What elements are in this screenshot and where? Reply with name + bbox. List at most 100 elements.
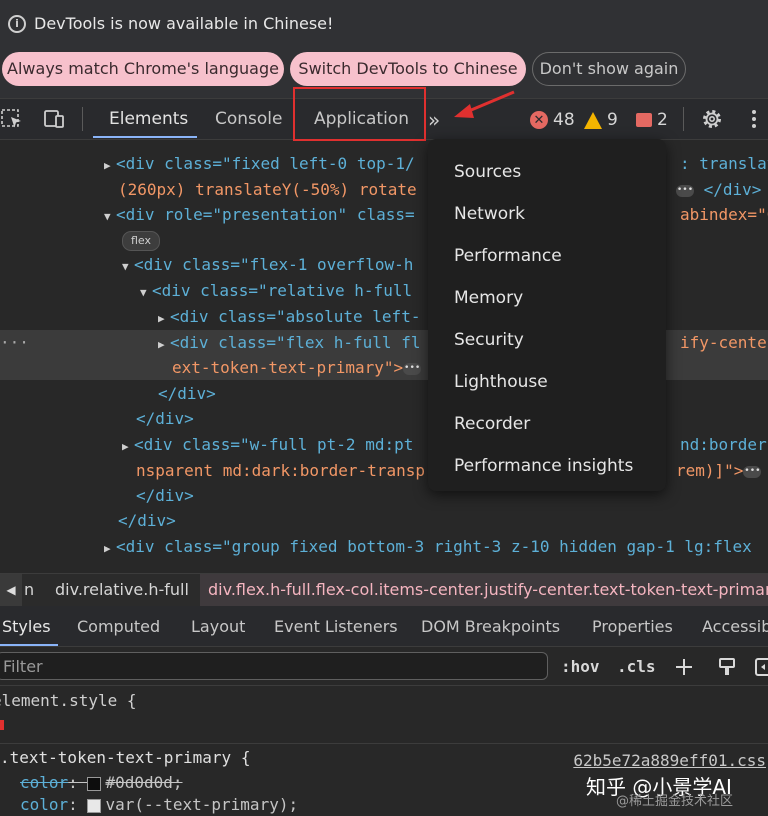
dom-node-row[interactable]: ▼ <div role="presentation" class= <box>104 202 415 228</box>
more-options-icon[interactable] <box>742 108 766 130</box>
issues-icon <box>636 113 652 127</box>
menu-item-memory[interactable]: Memory <box>454 288 523 308</box>
tab-properties[interactable]: Properties <box>592 617 673 636</box>
error-counter[interactable]: ✕ 48 <box>530 110 575 130</box>
css-property-name: color <box>20 773 69 792</box>
breadcrumb: ◀ n div.relative.h-full div.flex.h-full.… <box>0 573 768 607</box>
info-icon: i <box>8 14 26 33</box>
dom-node-row[interactable]: ▶ <div class="w-full pt-2 md:pt <box>122 432 413 458</box>
flex-badge[interactable]: flex <box>122 231 161 251</box>
dom-node-close: </div> <box>158 381 216 407</box>
dom-node-text: nsparent md:dark:border-transp <box>136 461 425 480</box>
dom-node-text: (260px) translateY(-50%) rotate <box>118 180 417 199</box>
paint-brush-icon[interactable] <box>716 656 738 678</box>
warning-counter[interactable]: 9 <box>584 110 618 130</box>
breadcrumb-scroll-left-icon[interactable]: ◀ <box>0 574 22 606</box>
tab-layout[interactable]: Layout <box>191 617 245 636</box>
menu-item-performance-insights[interactable]: Performance insights <box>454 456 633 476</box>
dom-node-row[interactable]: ▶ <div class="fixed left-0 top-1/ <box>104 151 415 177</box>
dom-node-text: </div> <box>158 384 216 403</box>
notice-text: DevTools is now available in Chinese! <box>34 14 334 33</box>
expand-arrow-icon[interactable]: ▶ <box>104 153 116 179</box>
dom-node-fragment: : translate <box>680 151 768 177</box>
ellipsis-icon[interactable]: ••• <box>743 465 762 478</box>
dom-node-fragment: rem)]">••• <box>676 458 762 484</box>
dom-node-fragment: ify-center <box>680 330 768 356</box>
dom-node-text: rem)]"> <box>676 461 744 480</box>
dom-node-text: <div class="relative h-full <box>152 281 413 300</box>
menu-item-recorder[interactable]: Recorder <box>454 414 530 434</box>
tab-elements[interactable]: Elements <box>109 109 188 129</box>
tab-console[interactable]: Console <box>215 109 283 129</box>
tab-event-listeners[interactable]: Event Listeners <box>274 617 398 636</box>
ellipsis-icon[interactable]: ••• <box>676 184 694 197</box>
menu-item-performance[interactable]: Performance <box>454 246 562 266</box>
issues-counter[interactable]: 2 <box>636 110 668 130</box>
dom-node-text: </div> <box>136 486 194 505</box>
breadcrumb-item[interactable]: div.relative.h-full <box>55 580 189 599</box>
dom-node-row[interactable]: ▼ <div class="relative h-full <box>140 278 412 304</box>
color-swatch[interactable] <box>87 776 102 791</box>
dom-node-text: ext-token-text-primary"> <box>172 358 404 377</box>
class-toggle[interactable]: .cls <box>617 657 656 676</box>
menu-item-lighthouse[interactable]: Lighthouse <box>454 372 548 392</box>
css-property-overridden[interactable]: color: #0d0d0d; <box>20 772 183 794</box>
tab-computed[interactable]: Computed <box>77 617 160 636</box>
match-language-button[interactable]: Always match Chrome's language <box>2 52 284 86</box>
warning-icon <box>584 111 602 129</box>
red-arrow-annotation <box>454 90 515 118</box>
dom-node-close: </div> <box>118 508 176 534</box>
inspect-element-icon[interactable] <box>0 108 24 130</box>
hover-state-toggle[interactable]: :hov <box>561 657 600 676</box>
menu-item-network[interactable]: Network <box>454 204 525 224</box>
styles-sub-tabs: Styles Computed Layout Event Listeners D… <box>0 606 768 647</box>
tab-dom-breakpoints[interactable]: DOM Breakpoints <box>421 617 560 636</box>
dom-node-text: <div role="presentation" class= <box>116 205 415 224</box>
rule-selector[interactable]: .text-token-text-primary { <box>0 747 250 769</box>
device-toolbar-icon[interactable] <box>42 108 66 130</box>
collapse-arrow-icon[interactable]: ▼ <box>140 280 152 306</box>
add-rule-icon[interactable] <box>673 656 695 678</box>
application-tab-highlight-box <box>293 87 426 141</box>
switch-to-chinese-button[interactable]: Switch DevTools to Chinese <box>290 52 526 86</box>
dom-node-row[interactable]: ▶ <div class="group fixed bottom-3 right-… <box>104 534 752 560</box>
expand-arrow-icon[interactable]: ▶ <box>104 536 116 562</box>
expand-arrow-icon[interactable]: ▶ <box>122 434 134 460</box>
rule-separator <box>0 743 768 744</box>
ellipsis-icon[interactable]: ••• <box>403 362 422 375</box>
dom-node-row-selected[interactable]: ▶ <div class="flex h-full fl <box>158 330 420 356</box>
menu-item-sources[interactable]: Sources <box>454 162 521 182</box>
collapse-arrow-icon[interactable]: ▼ <box>104 204 116 230</box>
collapse-arrow-icon[interactable]: ▼ <box>122 254 134 280</box>
tab-accessibility[interactable]: Accessib <box>702 617 768 636</box>
dom-node-text: nd:border-t <box>680 435 768 454</box>
toggle-sidebar-icon[interactable] <box>754 656 768 678</box>
active-tab-indicator <box>93 136 197 138</box>
element-style-close-brace <box>0 720 4 730</box>
dom-node-row-selected-cont: ext-token-text-primary">••• <box>172 355 422 381</box>
dom-node-row[interactable]: ▼ <div class="flex-1 overflow-h <box>122 252 413 278</box>
color-swatch[interactable] <box>87 798 102 813</box>
settings-gear-icon[interactable] <box>700 108 724 130</box>
css-property-value: var(--text-primary); <box>105 795 299 814</box>
tab-styles[interactable]: Styles <box>2 617 51 636</box>
expand-arrow-icon[interactable]: ▶ <box>158 306 170 332</box>
more-tabs-chevron-icon[interactable]: » <box>428 108 440 132</box>
menu-item-security[interactable]: Security <box>454 330 524 350</box>
dom-node-row[interactable]: (260px) translateY(-50%) rotate <box>118 177 417 203</box>
css-property-name: color <box>20 795 69 814</box>
dont-show-again-button[interactable]: Don't show again <box>532 52 686 86</box>
breadcrumb-item[interactable]: n <box>24 580 34 599</box>
dom-node-row[interactable]: ▶ <div class="absolute left- <box>158 304 420 330</box>
styles-filter-input[interactable] <box>0 652 548 680</box>
dom-node-text: abindex="0" <box>680 205 768 224</box>
expand-arrow-icon[interactable]: ▶ <box>158 332 170 358</box>
dom-node-text: </div> <box>703 180 762 199</box>
dom-node-fragment: nd:border-t <box>680 432 768 458</box>
dom-node-close: </div> <box>136 406 194 432</box>
element-style-selector[interactable]: element.style { <box>0 690 137 712</box>
css-property[interactable]: color: var(--text-primary); <box>20 794 298 816</box>
stylesheet-source-link[interactable]: 62b5e72a889eff01.css <box>573 750 766 772</box>
breadcrumb-item-selected[interactable]: div.flex.h-full.flex-col.items-center.ju… <box>200 574 768 606</box>
dom-node-text: </div> <box>118 511 176 530</box>
